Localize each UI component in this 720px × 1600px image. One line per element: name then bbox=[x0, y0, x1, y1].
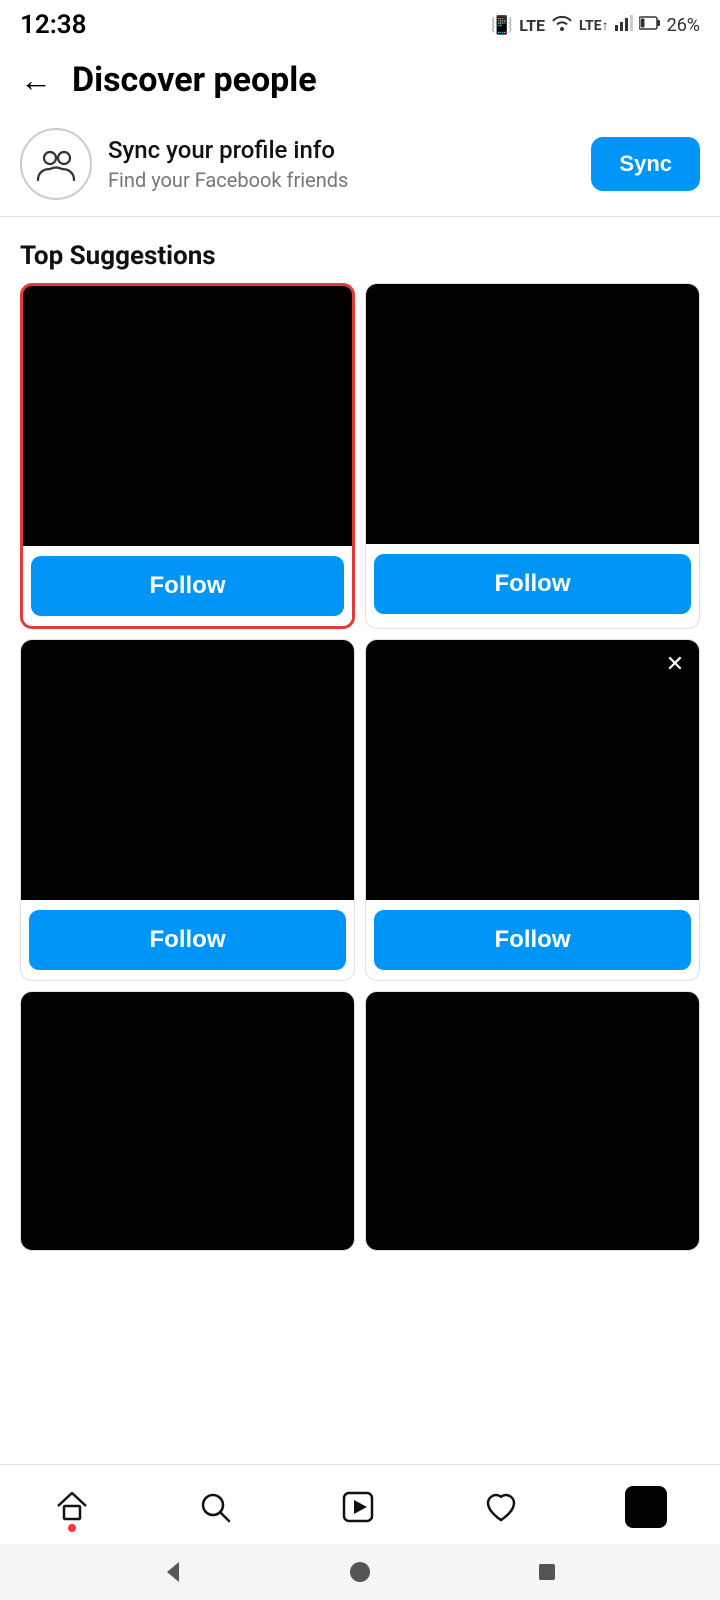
partial-card-1 bbox=[20, 991, 355, 1251]
home-active-dot bbox=[68, 1524, 76, 1532]
top-suggestions-title: Top Suggestions bbox=[0, 225, 720, 283]
sync-button[interactable]: Sync bbox=[591, 137, 700, 191]
sys-back-icon bbox=[159, 1558, 187, 1586]
back-button[interactable]: ← bbox=[20, 61, 52, 99]
nav-heart[interactable] bbox=[482, 1488, 520, 1526]
sync-subtitle: Find your Facebook friends bbox=[108, 168, 575, 192]
follow-button-3[interactable]: Follow bbox=[29, 910, 346, 970]
page-title: Discover people bbox=[72, 60, 317, 100]
sys-back-button[interactable] bbox=[157, 1556, 189, 1588]
card-image-3 bbox=[21, 640, 354, 900]
people-icon bbox=[36, 144, 76, 184]
battery-icon bbox=[639, 15, 661, 36]
dismiss-button-4[interactable]: ✕ bbox=[659, 648, 691, 680]
suggestion-card-1: Follow bbox=[20, 283, 355, 629]
partial-card-2 bbox=[365, 991, 700, 1251]
nav-reels[interactable] bbox=[339, 1488, 377, 1526]
follow-button-4[interactable]: Follow bbox=[374, 910, 691, 970]
lte-call-icon: LTE bbox=[519, 16, 545, 35]
suggestion-card-4: ✕ Follow bbox=[365, 639, 700, 981]
nav-search[interactable] bbox=[196, 1488, 234, 1526]
status-bar: 12:38 📳 LTE LTE↑ 26% bbox=[0, 0, 720, 48]
suggestions-grid: Follow Follow Follow ✕ Follow bbox=[0, 283, 720, 981]
reels-icon bbox=[339, 1488, 377, 1526]
vibrate-icon: 📳 bbox=[491, 15, 513, 36]
sys-recents-icon bbox=[533, 1558, 561, 1586]
battery-text: 26% bbox=[667, 15, 700, 36]
card-image-1 bbox=[23, 286, 352, 546]
bottom-row bbox=[0, 991, 720, 1261]
lte-icon: LTE↑ bbox=[579, 17, 609, 34]
follow-button-2[interactable]: Follow bbox=[374, 554, 691, 614]
follow-button-1[interactable]: Follow bbox=[31, 556, 344, 616]
heart-icon bbox=[482, 1488, 520, 1526]
card-image-2 bbox=[366, 284, 699, 544]
header: ← Discover people bbox=[0, 48, 720, 112]
status-time: 12:38 bbox=[20, 10, 87, 40]
profile-thumbnail bbox=[625, 1486, 667, 1528]
home-icon bbox=[53, 1488, 91, 1526]
nav-home[interactable] bbox=[53, 1488, 91, 1526]
sys-recents-button[interactable] bbox=[531, 1556, 563, 1588]
suggestion-card-2: Follow bbox=[365, 283, 700, 629]
sync-text: Sync your profile info Find your Faceboo… bbox=[108, 136, 575, 192]
sys-home-button[interactable] bbox=[344, 1556, 376, 1588]
suggestion-card-3: Follow bbox=[20, 639, 355, 981]
nav-profile[interactable] bbox=[625, 1486, 667, 1528]
search-icon bbox=[196, 1488, 234, 1526]
sync-section: Sync your profile info Find your Faceboo… bbox=[0, 112, 720, 217]
status-icons: 📳 LTE LTE↑ 26% bbox=[491, 15, 700, 36]
wifi-icon bbox=[551, 15, 573, 36]
sys-home-icon bbox=[346, 1558, 374, 1586]
card-image-4 bbox=[366, 640, 699, 900]
bottom-nav bbox=[0, 1464, 720, 1544]
signal-icon bbox=[615, 15, 633, 36]
sync-title: Sync your profile info bbox=[108, 136, 575, 164]
sync-icon-wrap bbox=[20, 128, 92, 200]
system-nav bbox=[0, 1544, 720, 1600]
